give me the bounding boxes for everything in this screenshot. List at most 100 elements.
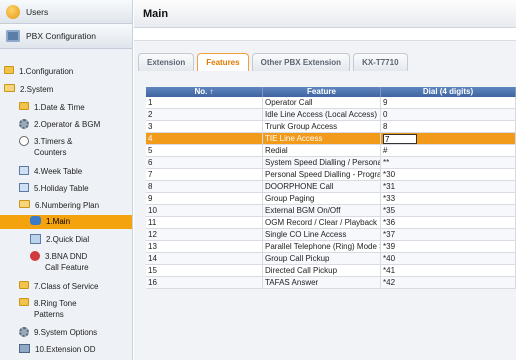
cell-feature: Idle Line Access (Local Access) xyxy=(263,109,381,120)
table-row[interactable]: 16 TAFAS Answer *42 xyxy=(146,277,516,289)
sidebar: Users PBX Configuration 1.Configuration … xyxy=(0,0,133,360)
cell-dial[interactable]: 0 xyxy=(381,109,516,120)
cell-dial[interactable] xyxy=(381,133,516,144)
settings-icon xyxy=(19,327,29,337)
folder-icon xyxy=(4,66,14,74)
cell-feature: Directed Call Pickup xyxy=(263,265,381,276)
table-row[interactable]: 8 DOORPHONE Call *31 xyxy=(146,181,516,193)
folder-open-icon xyxy=(4,84,15,92)
table-row[interactable]: 4 TIE Line Access xyxy=(146,133,516,145)
tab-kx-t7710[interactable]: KX-T7710 xyxy=(353,53,408,71)
table-header: No. ↑ Feature Dial (4 digits) xyxy=(146,87,516,97)
cell-dial[interactable]: # xyxy=(381,145,516,156)
cell-feature: Single CO Line Access xyxy=(263,229,381,240)
cell-feature: Operator Call xyxy=(263,97,381,108)
users-label: Users xyxy=(26,6,49,17)
sidebar-item-bna-dnd-call-feature[interactable]: 3.BNA DND Call Feature xyxy=(0,251,132,275)
table-row[interactable]: 9 Group Paging *33 xyxy=(146,193,516,205)
cell-no: 14 xyxy=(146,253,263,264)
cell-dial[interactable]: ** xyxy=(381,157,516,168)
table-row[interactable]: 3 Trunk Group Access 8 xyxy=(146,121,516,133)
table-row[interactable]: 7Personal Speed Dialling - Programming*3… xyxy=(146,169,516,181)
cell-no: 8 xyxy=(146,181,263,192)
users-panel[interactable]: Users xyxy=(0,0,132,24)
tab-container: Extension Features Other PBX Extension K… xyxy=(134,40,516,360)
cell-dial[interactable]: *33 xyxy=(381,193,516,204)
cell-no: 6 xyxy=(146,157,263,168)
table-row[interactable]: 10 External BGM On/Off *35 xyxy=(146,205,516,217)
cell-dial[interactable]: *36 xyxy=(381,217,516,228)
folder-open-icon xyxy=(19,200,30,208)
sidebar-item-configuration[interactable]: 1.Configuration xyxy=(0,66,132,78)
cell-feature: TIE Line Access xyxy=(263,133,381,144)
table-row[interactable]: 1 Operator Call 9 xyxy=(146,97,516,109)
cell-feature: Personal Speed Dialling - Programming xyxy=(263,169,381,180)
sidebar-item-class-of-service[interactable]: 7.Class of Service xyxy=(0,281,132,293)
cell-feature: Trunk Group Access xyxy=(263,121,381,132)
cell-no: 12 xyxy=(146,229,263,240)
cell-dial[interactable]: *39 xyxy=(381,241,516,252)
sidebar-item-timers-counters[interactable]: 3.Timers & Counters xyxy=(0,136,132,160)
column-header-feature[interactable]: Feature xyxy=(263,87,381,97)
cell-feature: TAFAS Answer xyxy=(263,277,381,288)
sidebar-item-operator-bgm[interactable]: 2.Operator & BGM xyxy=(0,119,132,131)
cell-feature: Parallel Telephone (Ring) Mode Set xyxy=(265,241,381,252)
phone-icon xyxy=(30,216,41,225)
pbx-configuration-panel[interactable]: PBX Configuration xyxy=(0,24,132,49)
sidebar-item-numbering-plan[interactable]: 6.Numbering Plan xyxy=(0,200,132,212)
table-row[interactable]: 6System Speed Dialling / Personal Speed … xyxy=(146,157,516,169)
sidebar-item-system[interactable]: 2.System xyxy=(0,84,132,96)
calendar-icon xyxy=(19,183,29,192)
cell-feature: Redial xyxy=(263,145,381,156)
sidebar-item-extension-od[interactable]: 10.Extension OD xyxy=(0,344,132,356)
sidebar-item-week-table[interactable]: 4.Week Table xyxy=(0,166,132,178)
folder-icon xyxy=(19,298,29,306)
cell-no: 9 xyxy=(146,193,263,204)
table-row[interactable]: 11 OGM Record / Clear / Playback *36 xyxy=(146,217,516,229)
cell-dial[interactable]: *30 xyxy=(381,169,516,180)
cell-dial[interactable]: 8 xyxy=(381,121,516,132)
column-header-no[interactable]: No. ↑ xyxy=(146,87,263,97)
cell-dial[interactable]: *35 xyxy=(381,205,516,216)
table-body: 1 Operator Call 9 2 Idle Line Access (Local … xyxy=(146,97,516,289)
table-row[interactable]: 15 Directed Call Pickup *41 xyxy=(146,265,516,277)
table-row[interactable]: 13 Parallel Telephone (Ring) Mode Set *39 xyxy=(146,241,516,253)
folder-icon xyxy=(19,281,29,289)
pbx-configuration-icon xyxy=(6,30,20,42)
cell-dial[interactable]: *42 xyxy=(381,277,516,288)
cell-dial[interactable]: *40 xyxy=(381,253,516,264)
cell-dial[interactable]: *37 xyxy=(381,229,516,240)
table-row[interactable]: 5 Redial # xyxy=(146,145,516,157)
sidebar-item-system-options[interactable]: 9.System Options xyxy=(0,327,132,339)
column-header-dial[interactable]: Dial (4 digits) xyxy=(381,87,516,97)
cell-no: 4 xyxy=(146,133,263,144)
sidebar-item-main[interactable]: 1.Main xyxy=(0,215,132,229)
cell-no: 5 xyxy=(146,145,263,156)
cell-dial[interactable]: *31 xyxy=(381,181,516,192)
cell-no: 10 xyxy=(146,205,263,216)
users-icon xyxy=(6,4,20,19)
folder-icon xyxy=(19,102,29,110)
main-panel: Main Extension Features Other PBX Extens… xyxy=(134,0,516,360)
tab-extension[interactable]: Extension xyxy=(138,53,195,71)
cell-feature: System Speed Dialling / Personal Speed D… xyxy=(265,157,381,168)
sidebar-item-quick-dial[interactable]: 2.Quick Dial xyxy=(0,234,132,246)
cell-no: 11 xyxy=(146,217,263,228)
cell-no: 1 xyxy=(146,97,263,108)
table-row[interactable]: 12 Single CO Line Access *37 xyxy=(146,229,516,241)
tab-other-pbx-extension[interactable]: Other PBX Extension xyxy=(251,53,351,71)
table-row[interactable]: 14 Group Call Pickup *40 xyxy=(146,253,516,265)
cell-dial[interactable]: 9 xyxy=(381,97,516,108)
cell-no: 15 xyxy=(146,265,263,276)
settings-icon xyxy=(19,119,29,129)
cell-dial[interactable]: *41 xyxy=(381,265,516,276)
cell-no: 16 xyxy=(146,277,263,288)
tab-features[interactable]: Features xyxy=(197,53,249,71)
dial-input[interactable] xyxy=(383,134,417,144)
table-row[interactable]: 2 Idle Line Access (Local Access) 0 xyxy=(146,109,516,121)
sidebar-item-holiday-table[interactable]: 5.Holiday Table xyxy=(0,183,132,195)
sidebar-item-ring-tone-patterns[interactable]: 8.Ring Tone Patterns xyxy=(0,298,132,322)
cell-no: 13 xyxy=(146,241,263,252)
sidebar-item-date-time[interactable]: 1.Date & Time xyxy=(0,102,132,114)
cell-no: 2 xyxy=(146,109,263,120)
